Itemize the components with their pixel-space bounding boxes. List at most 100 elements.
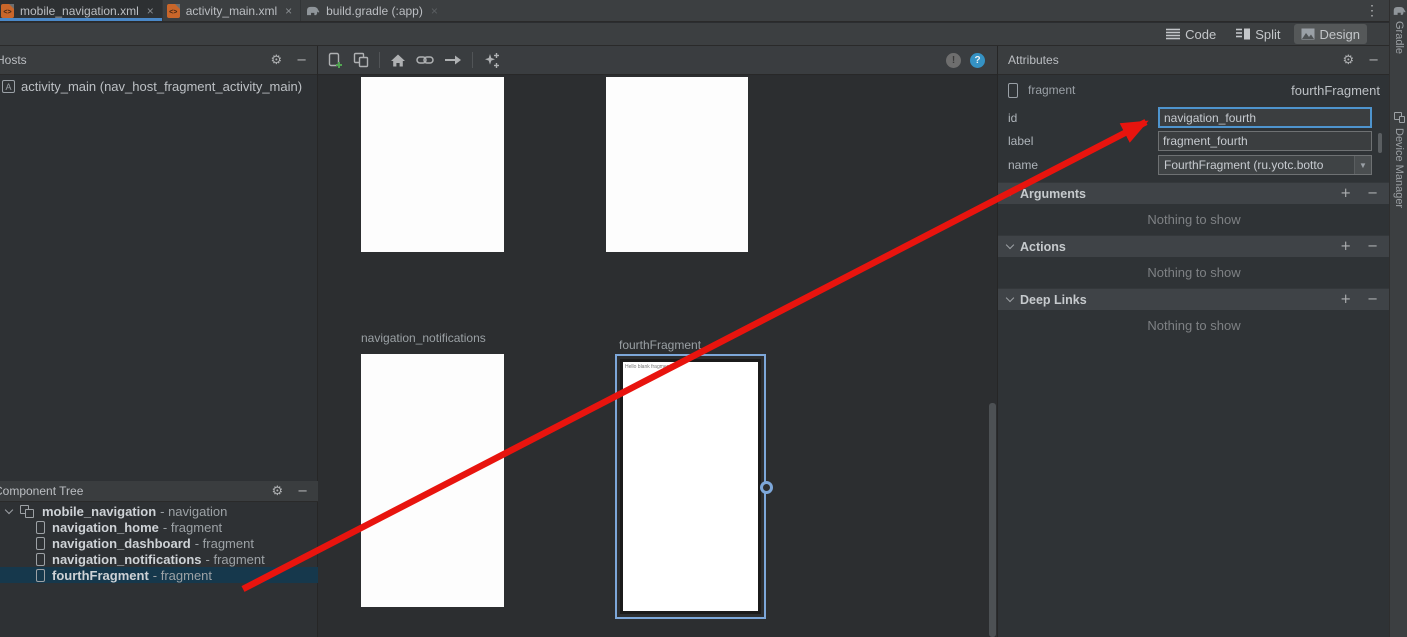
component-summary-row: fragment fourthFragment [998,80,1390,100]
tab-mobile-navigation-xml[interactable]: <> mobile_navigation.xml × [0,0,163,21]
tab-label: activity_main.xml [186,4,277,18]
help-icon[interactable]: ? [970,53,985,68]
name-field-label: name [998,158,1038,172]
gear-icon[interactable]: ⚙ [1342,53,1354,68]
design-mode-label: Design [1320,27,1360,42]
arguments-section-header[interactable]: Arguments + − [998,182,1390,204]
tab-label: build.gradle (:app) [326,4,423,18]
destination-label-notifications: navigation_notifications [361,331,486,345]
remove-icon[interactable]: − [1367,186,1378,201]
arguments-empty-message: Nothing to show [998,212,1390,227]
host-item-activity-main[interactable]: A activity_main (nav_host_fragment_activ… [0,75,317,98]
component-tree: mobile_navigation- navigation navigation… [0,503,318,583]
remove-icon[interactable]: − [1367,239,1378,254]
navigation-graph-icon [20,505,34,518]
hosts-panel-header: Hosts ⚙ − [0,46,317,75]
xml-file-icon: <> [1,4,14,18]
component-id: fourthFragment [1291,83,1390,98]
tree-item-text: navigation_dashboard- fragment [52,536,254,551]
android-studio-window: <> mobile_navigation.xml × <> activity_m… [0,0,1407,637]
close-tab-icon[interactable]: × [285,4,292,18]
tree-item-text: navigation_home- fragment [52,520,222,535]
nav-graph-canvas[interactable]: navigation_notifications fourthFragment … [318,76,997,637]
tab-label: mobile_navigation.xml [20,4,139,18]
warnings-icon[interactable]: ! [946,53,961,68]
activity-layout-icon: A [2,80,15,93]
fragment-preview-fourth-selected[interactable]: Hello blank fragment [615,354,766,619]
add-icon[interactable]: + [1340,239,1351,254]
nav-editor-toolbar: ! ? [318,46,997,75]
attributes-scrollbar[interactable] [1378,133,1382,153]
remove-icon[interactable]: − [1367,292,1378,307]
action-handle-icon[interactable] [760,481,773,494]
fragment-preview-dashboard[interactable] [606,77,748,252]
gradle-elephant-icon [1392,5,1406,16]
action-arrow-icon[interactable] [444,54,462,66]
chevron-down-icon [1006,294,1014,302]
tree-item-text: mobile_navigation- navigation [42,504,227,519]
attributes-panel: Attributes ⚙ − fragment fourthFragment i… [997,46,1389,637]
gradle-tool-button[interactable]: Gradle [1390,5,1407,54]
deep-links-section-title: Deep Links [1020,293,1087,307]
tree-item-text: navigation_notifications- fragment [52,552,265,567]
fragment-preview-notifications[interactable] [361,354,504,607]
overflow-menu-icon[interactable]: ⋮ [1365,2,1379,19]
component-tree-header: Component Tree ⚙ − [0,481,318,502]
device-manager-tool-button[interactable]: Device Manager [1390,112,1407,208]
tab-activity-main-xml[interactable]: <> activity_main.xml × [163,0,301,21]
chevron-down-icon[interactable] [5,505,13,513]
split-mode-button[interactable]: Split [1229,24,1287,44]
tree-item-text: fourthFragment- fragment [52,568,212,583]
id-input[interactable] [1158,107,1372,128]
minimize-icon[interactable]: − [1368,53,1379,68]
name-field-row: name FourthFragment (ru.yotc.botto ▼ [998,155,1390,175]
attributes-title: Attributes [998,53,1059,67]
canvas-scrollbar[interactable] [989,403,996,637]
minimize-icon[interactable]: − [296,53,307,68]
component-tree-title: Component Tree [0,484,83,498]
id-field-label: id [998,111,1017,125]
new-destination-icon[interactable] [327,52,343,68]
close-tab-icon[interactable]: × [431,4,438,18]
nested-graph-icon[interactable] [353,52,369,68]
gear-icon[interactable]: ⚙ [271,484,283,499]
fragment-icon [36,553,45,566]
gradle-elephant-icon [305,5,320,16]
label-field-label: label [998,134,1033,148]
auto-arrange-icon[interactable] [483,52,500,69]
name-dropdown[interactable]: FourthFragment (ru.yotc.botto ▼ [1158,155,1372,175]
right-tool-window-bar: Gradle Device Manager [1389,0,1407,637]
deep-links-section-header[interactable]: Deep Links + − [998,288,1390,310]
actions-section-header[interactable]: Actions + − [998,235,1390,257]
add-icon[interactable]: + [1340,186,1351,201]
home-icon[interactable] [390,53,406,68]
xml-file-icon: <> [167,4,180,18]
fragment-icon [36,521,45,534]
tab-build-gradle[interactable]: build.gradle (:app) × [301,0,446,21]
name-dropdown-value: FourthFragment (ru.yotc.botto [1159,158,1354,172]
add-icon[interactable]: + [1340,292,1351,307]
fragment-preview-home[interactable] [361,77,504,252]
hosts-panel-title: Hosts [0,53,27,67]
design-icon [1301,28,1315,40]
tree-item-navigation-dashboard[interactable]: navigation_dashboard- fragment [0,535,318,551]
device-manager-tool-label: Device Manager [1393,128,1405,208]
left-tool-panels: Hosts ⚙ − A activity_main (nav_host_frag… [0,46,318,637]
fragment-preview-content: Hello blank fragment [620,359,761,614]
link-icon[interactable] [416,53,434,67]
tree-item-navigation-home[interactable]: navigation_home- fragment [0,519,318,535]
code-icon [1166,28,1180,40]
split-icon [1236,28,1250,40]
editor-tab-bar: <> mobile_navigation.xml × <> activity_m… [0,0,1389,22]
tree-item-fourth-fragment[interactable]: fourthFragment- fragment [0,567,318,583]
gear-icon[interactable]: ⚙ [270,53,282,68]
code-mode-button[interactable]: Code [1159,24,1223,44]
toolbar-separator [379,52,380,68]
minimize-icon[interactable]: − [297,484,308,499]
tree-item-mobile-navigation[interactable]: mobile_navigation- navigation [0,503,318,519]
tree-item-navigation-notifications[interactable]: navigation_notifications- fragment [0,551,318,567]
design-mode-button[interactable]: Design [1294,24,1367,44]
label-input[interactable] [1158,131,1372,151]
toolbar-separator [472,52,473,68]
close-tab-icon[interactable]: × [147,4,154,18]
